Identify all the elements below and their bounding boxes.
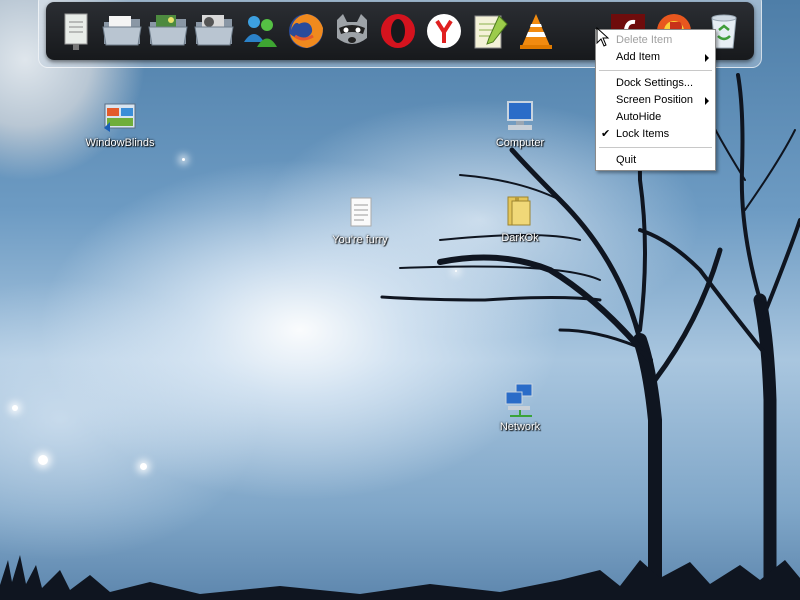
menu-separator	[599, 70, 712, 71]
dock-context-menu: Delete Item Add Item Dock Settings... Sc…	[595, 29, 716, 171]
menu-item-label: Screen Position	[616, 94, 694, 106]
desktop: WindowBlinds Computer You're furry DarkO…	[0, 0, 800, 600]
checkmark-icon: ✔	[601, 128, 611, 140]
menu-item-autohide[interactable]: AutoHide	[596, 109, 715, 126]
menu-item-quit[interactable]: Quit	[596, 152, 715, 169]
submenu-arrow-icon	[705, 54, 709, 62]
menu-item-screen-position[interactable]: Screen Position	[596, 92, 715, 109]
submenu-arrow-icon	[705, 97, 709, 105]
desktop-icon-label: You're furry	[332, 234, 388, 246]
firefox-icon[interactable]	[284, 8, 328, 54]
menu-item-add-item[interactable]: Add Item	[596, 49, 715, 66]
text-file-icon	[342, 195, 378, 231]
computer-icon	[502, 98, 538, 134]
folder-media-icon[interactable]	[192, 8, 236, 54]
desktop-icon-label: WindowBlinds	[85, 137, 155, 149]
menu-item-dock-settings[interactable]: Dock Settings...	[596, 75, 715, 92]
desktop-icon-network[interactable]: Network	[465, 382, 575, 433]
opera-icon[interactable]	[376, 8, 420, 54]
raccoon-icon[interactable]	[330, 8, 374, 54]
notepad-plus-icon[interactable]	[468, 8, 512, 54]
menu-separator	[599, 147, 712, 148]
desktop-icon-label: DarkOk	[501, 232, 539, 244]
menu-item-lock-items[interactable]: ✔ Lock Items	[596, 126, 715, 143]
mouse-pointer-icon	[596, 27, 610, 47]
messenger-icon[interactable]	[238, 8, 282, 54]
menu-item-label: AutoHide	[616, 111, 662, 123]
menu-item-label: Dock Settings...	[616, 77, 694, 89]
windowblinds-icon	[102, 98, 138, 134]
desktop-icon-label: Network	[499, 421, 541, 433]
vlc-icon[interactable]	[514, 8, 558, 54]
desktop-icon-label: Computer	[495, 137, 545, 149]
menu-item-label: Lock Items	[616, 128, 670, 140]
desktop-icon-computer[interactable]: Computer	[465, 98, 575, 149]
menu-item-label: Add Item	[616, 51, 661, 63]
folder-icon	[502, 193, 538, 229]
desktop-icon-windowblinds[interactable]: WindowBlinds	[65, 98, 175, 149]
menu-item-label: Quit	[616, 154, 637, 166]
menu-item-label: Delete Item	[616, 34, 673, 46]
yandex-icon[interactable]	[422, 8, 466, 54]
menu-item-delete-item: Delete Item	[596, 32, 715, 49]
desktop-icon-darkok[interactable]: DarkOk	[465, 193, 575, 244]
folder-pictures-icon[interactable]	[146, 8, 190, 54]
notes-icon[interactable]	[54, 8, 98, 54]
network-icon	[502, 382, 538, 418]
folder-icon[interactable]	[100, 8, 144, 54]
desktop-icon-youre-furry[interactable]: You're furry	[305, 195, 415, 246]
